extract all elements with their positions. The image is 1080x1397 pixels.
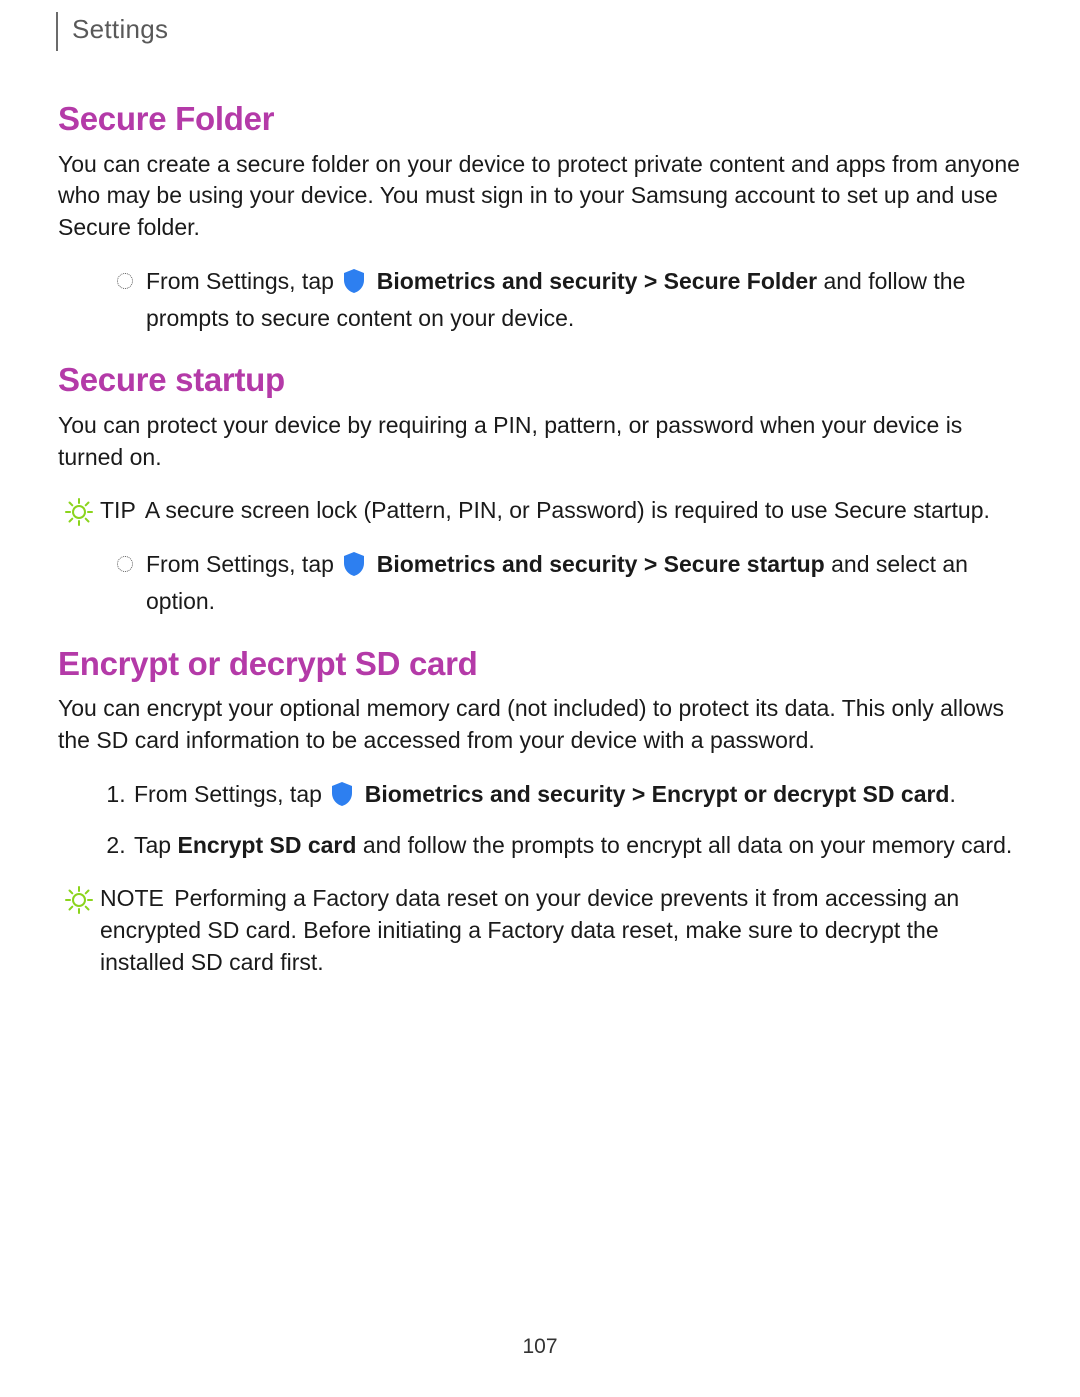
heading-encrypt-sd: Encrypt or decrypt SD card [58,644,1022,684]
step-suffix: . [950,781,956,807]
heading-secure-startup: Secure startup [58,360,1022,400]
bullet-marker [104,266,146,289]
lightbulb-icon [58,883,100,915]
page-number: 107 [0,1335,1080,1359]
heading-secure-folder: Secure Folder [58,99,1022,139]
step-path: Biometrics and security > Encrypt or dec… [365,781,950,807]
step-prefix: From Settings, tap [134,781,328,807]
shield-icon [342,268,366,303]
shield-icon [330,781,354,816]
note-text: Performing a Factory data reset on your … [100,885,959,974]
bullet-marker [104,549,146,572]
dotted-circle-icon [117,273,133,289]
note-content: NOTE Performing a Factory data reset on … [100,883,1022,978]
encrypt-sd-steps: From Settings, tap Biometrics and securi… [58,779,1022,861]
secure-folder-step: From Settings, tap Biometrics and securi… [58,266,1022,334]
step-path: Biometrics and security > Secure startup [377,551,825,577]
tip-text: A secure screen lock (Pattern, PIN, or P… [145,497,990,523]
breadcrumb-label: Settings [72,14,168,44]
step-prefix: From Settings, tap [146,268,340,294]
step-suffix: and follow the prompts to encrypt all da… [356,832,1012,858]
secure-startup-step: From Settings, tap Biometrics and securi… [58,549,1022,617]
note-label: NOTE [100,885,164,911]
page-content: Settings Secure Folder You can create a … [0,0,1080,979]
tip-label: TIP [100,497,136,523]
encrypt-sd-intro: You can encrypt your optional memory car… [58,693,1022,756]
secure-startup-step-text: From Settings, tap Biometrics and securi… [146,549,1022,617]
encrypt-sd-step-1: From Settings, tap Biometrics and securi… [132,779,1022,816]
tip-content: TIP A secure screen lock (Pattern, PIN, … [100,495,1022,527]
step-path: Biometrics and security > Secure Folder [377,268,817,294]
encrypt-sd-step-2: Tap Encrypt SD card and follow the promp… [132,830,1022,862]
secure-folder-intro: You can create a secure folder on your d… [58,149,1022,244]
secure-startup-intro: You can protect your device by requiring… [58,410,1022,473]
step-prefix: From Settings, tap [146,551,340,577]
shield-icon [342,551,366,586]
dotted-circle-icon [117,556,133,572]
note-block: NOTE Performing a Factory data reset on … [58,883,1022,978]
tip-block: TIP A secure screen lock (Pattern, PIN, … [58,495,1022,527]
step-prefix: Tap [134,832,177,858]
lightbulb-icon [58,495,100,527]
step-bold: Encrypt SD card [177,832,356,858]
secure-folder-step-text: From Settings, tap Biometrics and securi… [146,266,1022,334]
header: Settings [56,12,1022,51]
